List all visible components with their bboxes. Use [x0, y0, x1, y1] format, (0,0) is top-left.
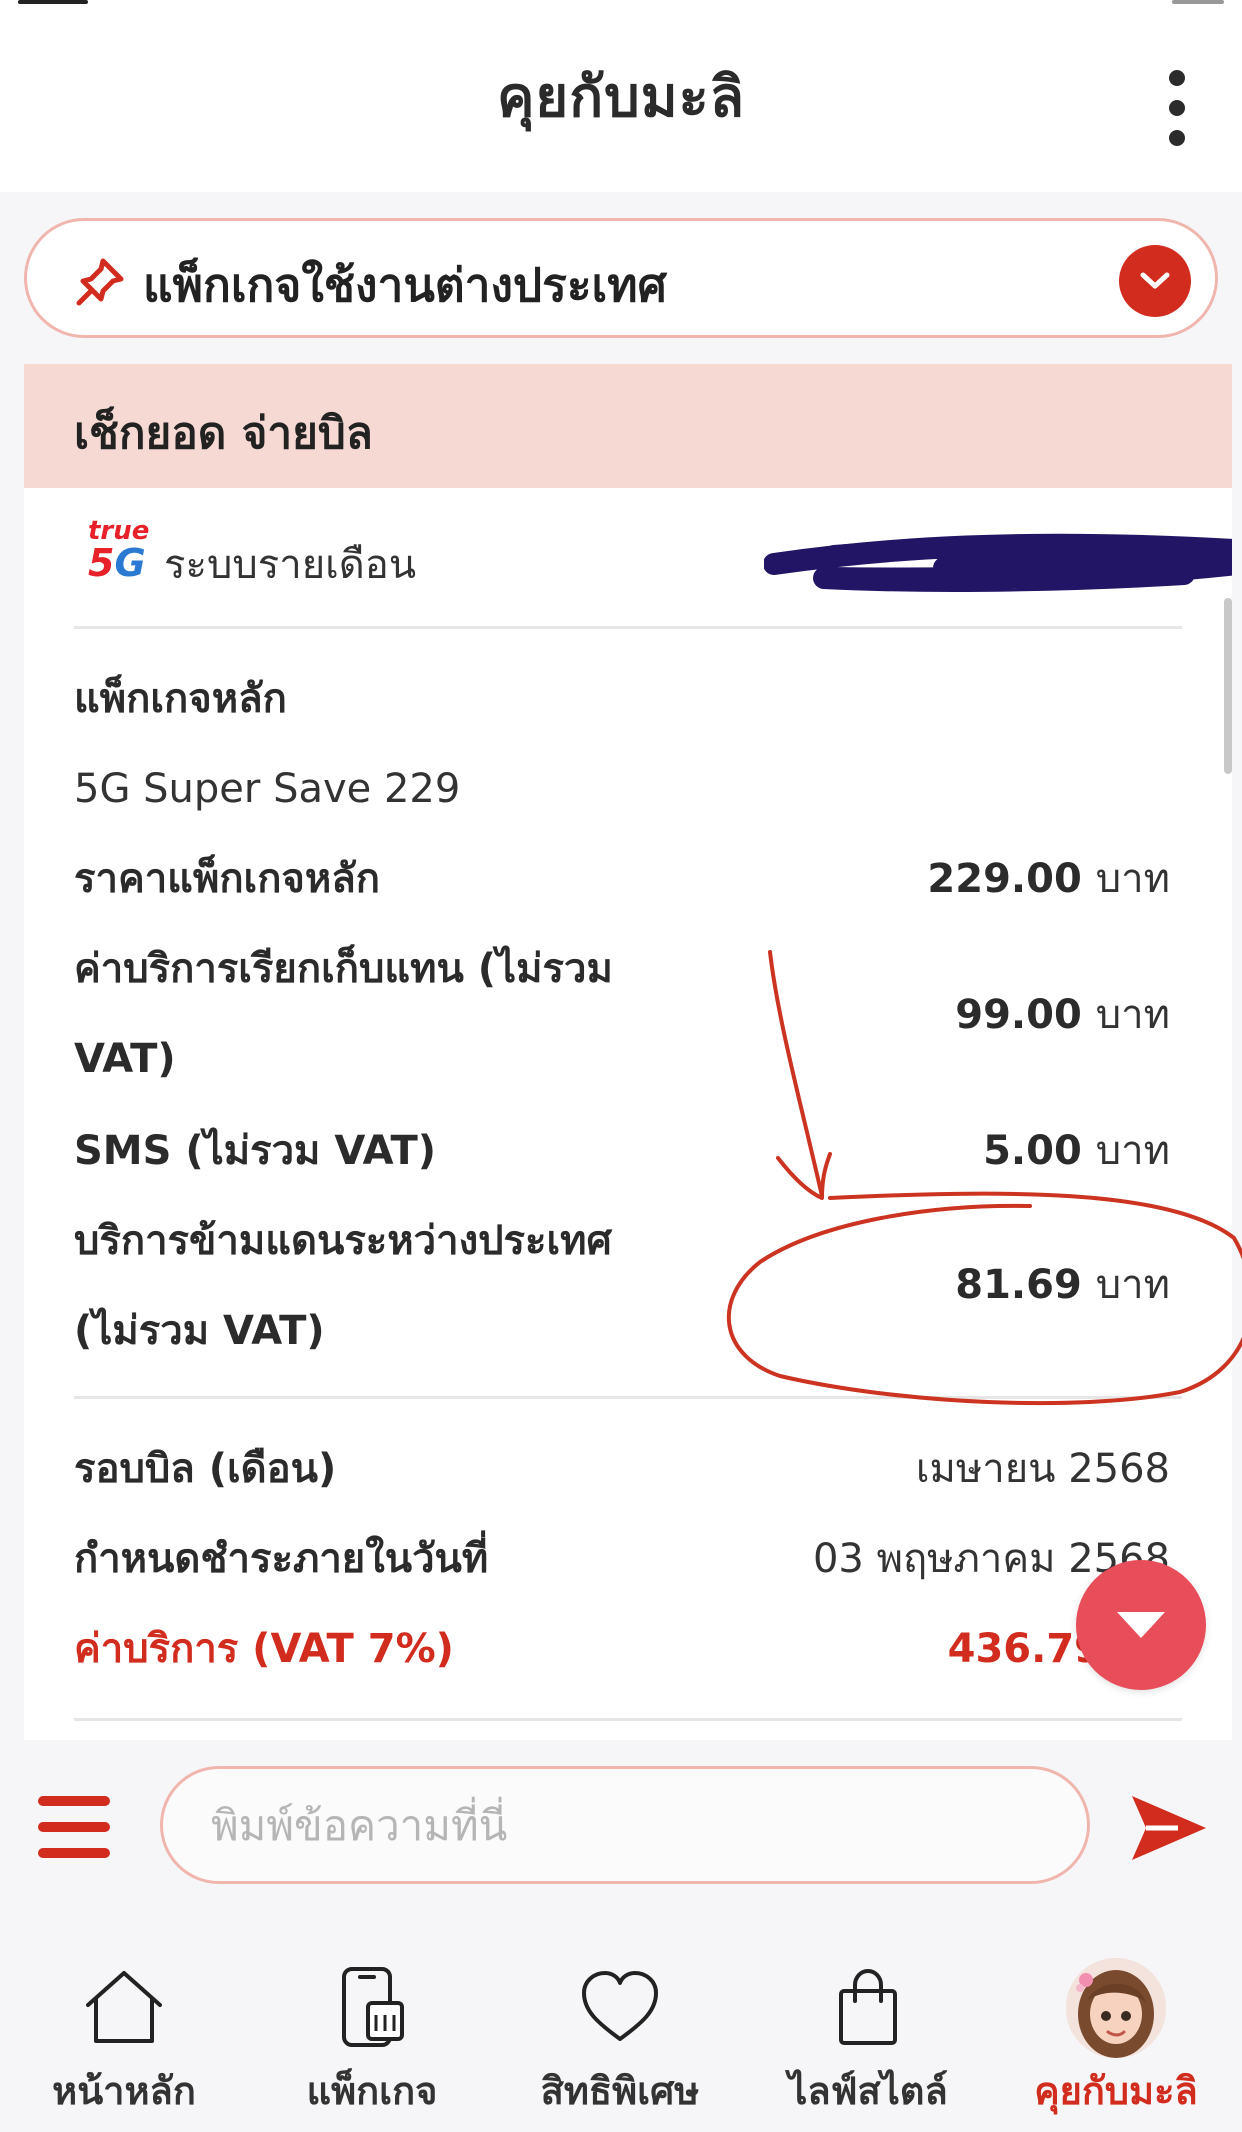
redaction-scribble [764, 533, 1232, 592]
card-title: เช็กยอด จ่ายบิล [74, 408, 373, 459]
main-package-heading: แพ็กเกจหลัก [74, 676, 287, 722]
nav-label: แพ็กเกจ [306, 2069, 438, 2113]
pin-icon [76, 258, 124, 306]
bill-cycle-value: เมษายน 2568 [915, 1446, 1170, 1492]
nav-item-lifestyle[interactable]: ไลฟ์สไตล์ [744, 1910, 992, 2132]
composer-bar [0, 1740, 1242, 1910]
home-icon [79, 1962, 169, 2052]
plan-type-label: ระบบรายเดือน [164, 542, 417, 588]
main-package-name: 5G Super Save 229 [74, 766, 461, 812]
page-title: คุยกับมะลิ [496, 65, 746, 130]
nav-item-chat-mali[interactable]: คุยกับมะลิ [992, 1910, 1240, 2132]
divider [74, 1718, 1182, 1721]
chat-screen: คุยกับมะลิ แพ็กเกจใช้งานต่างประเทศ เช็กย… [0, 0, 1242, 2132]
charge-amount: 99.00 บาท [955, 992, 1170, 1038]
heart-icon [575, 1962, 665, 2052]
more-dot-icon [1169, 70, 1185, 86]
scrollbar[interactable] [1224, 598, 1232, 774]
charge-label: บริการข้ามแดนระหว่างประเทศ [74, 1218, 612, 1264]
chevron-down-icon[interactable] [1119, 245, 1191, 317]
nav-item-home[interactable]: หน้าหลัก [0, 1910, 248, 2132]
shopping-bag-icon [823, 1962, 913, 2052]
charge-label: SMS (ไม่รวม VAT) [74, 1128, 437, 1174]
charge-label: ราคาแพ็กเกจหลัก [74, 856, 380, 902]
caret-down-icon [1117, 1612, 1165, 1638]
more-dot-icon [1169, 100, 1185, 116]
sim-phone-icon [327, 1962, 417, 2052]
charge-label: ค่าบริการเรียกเก็บแทน (ไม่รวม [74, 946, 613, 992]
total-label: ค่าบริการ (VAT 7%) [74, 1626, 454, 1672]
pinned-topic-label: แพ็กเกจใช้งานต่างประเทศ [143, 258, 667, 312]
menu-icon[interactable] [38, 1796, 110, 1858]
divider [74, 1396, 1182, 1399]
card-header: เช็กยอด จ่ายบิล [24, 364, 1232, 488]
bottom-navigation: หน้าหลัก แพ็กเกจ สิทธิพิเศษ ไลฟ์สไตล์ คุ… [0, 1910, 1242, 2132]
app-header: คุยกับมะลิ [0, 0, 1242, 192]
status-bar [0, 0, 1242, 6]
nav-label: ไลฟ์สไตล์ [788, 2069, 948, 2113]
charge-amount: 229.00 บาท [927, 856, 1170, 902]
nav-label: สิทธิพิเศษ [540, 2069, 700, 2113]
due-date-label: กำหนดชำระภายในวันที่ [74, 1536, 489, 1582]
message-input[interactable] [160, 1766, 1090, 1884]
send-icon[interactable] [1126, 1786, 1210, 1870]
nav-item-package[interactable]: แพ็กเกจ [248, 1910, 496, 2132]
nav-label: หน้าหลัก [52, 2069, 196, 2113]
nav-label: คุยกับมะลิ [1034, 2069, 1198, 2113]
more-options-button[interactable] [1152, 70, 1202, 146]
nav-item-privileges[interactable]: สิทธิพิเศษ [496, 1910, 744, 2132]
mali-avatar [1066, 1958, 1166, 2058]
account-row: true 5G ระบบรายเดือน 47 [24, 488, 1232, 618]
charge-amount: 5.00 บาท [983, 1128, 1170, 1174]
divider [74, 626, 1182, 629]
bill-summary-card: เช็กยอด จ่ายบิล true 5G ระบบรายเดือน 47 … [24, 364, 1232, 1740]
roaming-charge-amount: 81.69 บาท [955, 1262, 1170, 1308]
scroll-down-button[interactable] [1076, 1560, 1206, 1690]
bill-cycle-label: รอบบิล (เดือน) [74, 1446, 337, 1492]
pinned-topic-bar[interactable]: แพ็กเกจใช้งานต่างประเทศ [24, 218, 1218, 338]
more-dot-icon [1169, 130, 1185, 146]
charge-label-cont: (ไม่รวม VAT) [74, 1308, 325, 1354]
charge-label-cont: VAT) [74, 1036, 176, 1082]
true-5g-logo: true 5G [88, 516, 150, 585]
